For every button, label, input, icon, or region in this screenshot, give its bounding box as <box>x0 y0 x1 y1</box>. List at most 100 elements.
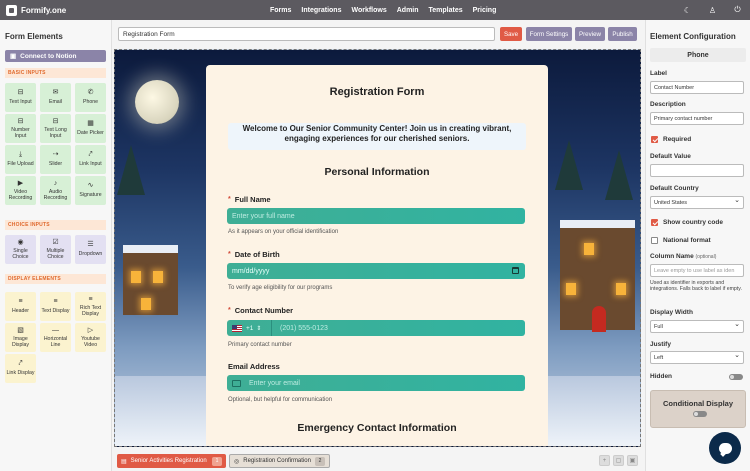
hidden-toggle[interactable] <box>729 374 743 380</box>
justify-select[interactable]: Left <box>650 351 744 364</box>
element-dropdown[interactable]: ☰ Dropdown <box>75 235 106 264</box>
checkbox-empty-icon <box>651 237 658 244</box>
show-country-code-checkbox[interactable]: Show country code <box>651 219 723 226</box>
form-settings-button[interactable]: Form Settings <box>526 27 572 41</box>
conditional-display-toggle[interactable] <box>693 411 707 417</box>
dob-label: * Date of Birth <box>228 250 280 259</box>
add-page-icon[interactable]: + <box>599 455 610 466</box>
conditional-display-box: Conditional Display <box>650 390 746 428</box>
element-date-picker[interactable]: ▦ Date Picker <box>75 114 106 143</box>
default-value-label: Default Value <box>650 153 691 160</box>
number-icon: ⊟ <box>17 117 24 125</box>
logo-icon <box>6 4 17 16</box>
form-canvas[interactable]: Registration Form Welcome to Our Senior … <box>114 49 641 447</box>
column-name-label: Column Name (optional) <box>650 253 717 260</box>
basic-inputs-grid: ⊟ Text Input ✉ Email ✆ Phone ⊟ Number Input … <box>5 83 106 205</box>
notion-icon: ▣ <box>10 53 17 60</box>
header-icon: ≡ <box>18 298 23 306</box>
form-title-input[interactable]: Registration Form <box>118 27 495 41</box>
form-toolbar: Registration Form Save Form Settings Pre… <box>112 20 645 48</box>
element-horizontal-line[interactable]: — Horizontal Line <box>40 323 71 352</box>
element-phone[interactable]: ✆ Phone <box>75 83 106 112</box>
description-field-label: Description <box>650 101 686 108</box>
element-rich-text-display[interactable]: ≡ Rich Text Display <box>75 292 106 321</box>
nav-workflows[interactable]: Workflows <box>351 7 386 14</box>
element-text-long-input[interactable]: ⊟ Text Long Input <box>40 114 71 143</box>
dob-input[interactable]: mm/dd/yyyy <box>227 263 525 279</box>
column-name-note: Used as identifier in exports and integr… <box>650 280 742 293</box>
preview-button[interactable]: Preview <box>575 27 605 41</box>
dropdown-icon: ☰ <box>87 241 94 249</box>
required-asterisk: * <box>228 307 231 314</box>
settings-page-icon[interactable]: ▣ <box>627 455 638 466</box>
full-name-input[interactable]: Enter your full name <box>227 208 525 224</box>
calendar-icon[interactable] <box>512 267 519 274</box>
default-country-select[interactable]: United States <box>650 196 744 209</box>
app-logo[interactable]: Formify.one <box>6 4 67 16</box>
label-input[interactable]: Contact Number <box>650 81 744 94</box>
country-code-select[interactable]: +1 ⇕ <box>232 320 272 336</box>
checkbox-icon: ☑ <box>52 238 59 246</box>
image-icon: ▧ <box>17 326 24 334</box>
email-label: Email Address <box>228 362 280 371</box>
connect-notion-button[interactable]: ▣ Connect to Notion <box>5 50 106 62</box>
element-type-badge: Phone <box>650 48 746 62</box>
element-slider[interactable]: ⇢ Slider <box>40 145 71 174</box>
column-name-input[interactable]: Leave empty to use label as iden <box>650 264 744 277</box>
nav-forms[interactable]: Forms <box>270 7 291 14</box>
description-input[interactable]: Primary contact number <box>650 112 744 125</box>
element-signature[interactable]: ∿ Signature <box>75 176 106 205</box>
user-icon[interactable]: ♙ <box>700 6 725 15</box>
nav-admin[interactable]: Admin <box>397 7 419 14</box>
save-button[interactable]: Save <box>500 27 522 41</box>
background-tree <box>555 140 583 190</box>
form-card: Registration Form Welcome to Our Senior … <box>206 65 548 446</box>
choice-inputs-grid: ◉ Single Choice ☑ Multiple Choice ☰ Dropdow… <box>5 235 106 264</box>
page-tab-1[interactable]: ▤ Senior Activities Registration 1 <box>117 454 226 468</box>
link-display-icon: ⤤ <box>18 360 23 368</box>
slider-icon: ⇢ <box>52 151 59 159</box>
welcome-text[interactable]: Welcome to Our Senior Community Center! … <box>228 123 526 150</box>
element-email[interactable]: ✉ Email <box>40 83 71 112</box>
app-name: Formify.one <box>21 5 67 15</box>
signature-icon: ∿ <box>87 182 94 190</box>
element-text-input[interactable]: ⊟ Text Input <box>5 83 36 112</box>
page-tab-2[interactable]: ◎ Registration Confirmation 2 <box>229 454 330 468</box>
full-name-label: * Full Name <box>228 195 271 204</box>
nav-pricing[interactable]: Pricing <box>473 7 497 14</box>
chat-support-button[interactable] <box>709 432 741 464</box>
element-header[interactable]: ≡ Header <box>5 292 36 321</box>
element-multiple-choice[interactable]: ☑ Multiple Choice <box>40 235 71 264</box>
element-link-input[interactable]: ⤤ Link Input <box>75 145 106 174</box>
contact-number-input[interactable]: +1 ⇕ (201) 555-0123 <box>227 320 525 336</box>
power-icon[interactable]: ⏻ <box>725 5 750 15</box>
page-number-badge: 1 <box>212 456 222 466</box>
element-single-choice[interactable]: ◉ Single Choice <box>5 235 36 264</box>
email-input[interactable]: Enter your email <box>227 375 525 391</box>
link-icon: ⤤ <box>88 151 93 159</box>
page-number-badge: 2 <box>315 456 325 466</box>
element-youtube-video[interactable]: ▷ Youtube Video <box>75 323 106 352</box>
us-flag-icon <box>232 324 242 332</box>
element-link-display[interactable]: ⤤ Link Display <box>5 354 36 383</box>
default-country-label: Default Country <box>650 185 699 192</box>
national-format-checkbox[interactable]: National format <box>651 237 711 244</box>
display-width-select[interactable]: Full <box>650 320 744 333</box>
theme-moon-icon[interactable]: ☾ <box>675 6 700 15</box>
duplicate-page-icon[interactable]: ▢ <box>613 455 624 466</box>
default-value-input[interactable] <box>650 164 744 177</box>
nav-integrations[interactable]: Integrations <box>301 7 341 14</box>
element-audio-recording[interactable]: ♪ Audio Recording <box>40 176 71 205</box>
element-text-display[interactable]: ≡ Text Display <box>40 292 71 321</box>
text-long-icon: ⊟ <box>52 117 59 125</box>
required-checkbox[interactable]: Required <box>651 136 691 143</box>
config-title: Element Configuration <box>650 32 736 41</box>
element-video-recording[interactable]: ▶ Video Recording <box>5 176 36 205</box>
publish-button[interactable]: Publish <box>608 27 637 41</box>
element-file-upload[interactable]: ⤓ File Upload <box>5 145 36 174</box>
element-image-display[interactable]: ▧ Image Display <box>5 323 36 352</box>
nav-templates[interactable]: Templates <box>429 7 463 14</box>
element-number-input[interactable]: ⊟ Number Input <box>5 114 36 143</box>
chat-icon <box>718 442 732 454</box>
full-name-help: As it appears on your official identific… <box>228 229 339 235</box>
